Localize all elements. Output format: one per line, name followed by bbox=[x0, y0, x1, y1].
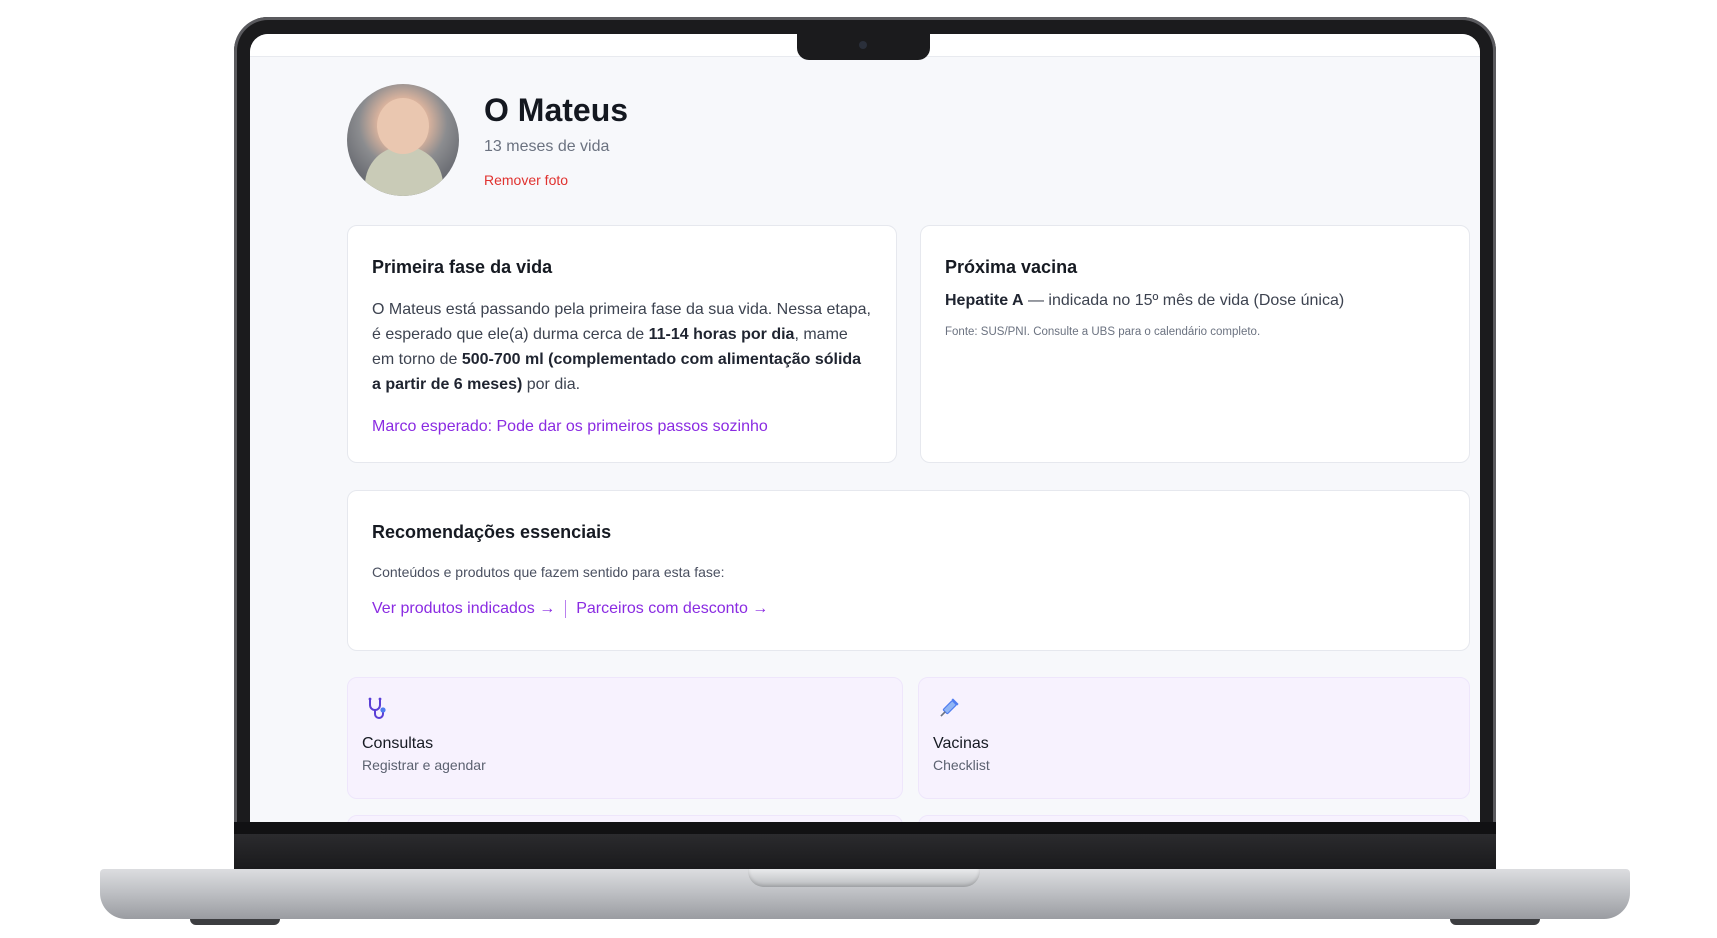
stethoscope-icon bbox=[368, 697, 386, 719]
next-tile-right[interactable] bbox=[918, 815, 1470, 822]
recommendations-subtitle: Conteúdos e produtos que fazem sentido p… bbox=[372, 564, 725, 580]
camera-icon bbox=[859, 41, 867, 49]
syringe-icon bbox=[940, 698, 959, 717]
laptop-foot-right bbox=[1450, 919, 1540, 925]
products-link[interactable]: Ver produtos indicados → bbox=[372, 600, 555, 618]
child-age: 13 meses de vida bbox=[484, 138, 610, 155]
avatar[interactable] bbox=[347, 84, 459, 196]
next-vaccine-card: Próxima vacina Hepatite A — indicada no … bbox=[920, 225, 1470, 463]
milestone-link[interactable]: Marco esperado: Pode dar os primeiros pa… bbox=[372, 418, 768, 436]
laptop-base bbox=[100, 869, 1630, 919]
link-divider bbox=[565, 600, 567, 618]
vacinas-subtitle: Checklist bbox=[933, 757, 990, 773]
vaccine-info: Hepatite A — indicada no 15º mês de vida… bbox=[945, 292, 1345, 309]
laptop-hinge bbox=[234, 834, 1496, 869]
consultas-title: Consultas bbox=[362, 735, 434, 752]
life-phase-text: O Mateus está passando pela primeira fas… bbox=[372, 301, 871, 393]
life-phase-card: Primeira fase da vida O Mateus está pass… bbox=[347, 225, 897, 463]
sleep-hours: 11-14 horas por dia bbox=[648, 326, 795, 343]
consultas-tile[interactable]: Consultas Registrar e agendar bbox=[347, 677, 903, 799]
child-name: O Mateus bbox=[484, 92, 629, 128]
next-tile-left[interactable] bbox=[347, 815, 903, 822]
vaccine-source: Fonte: SUS/PNI. Consulte a UBS para o ca… bbox=[945, 326, 1261, 338]
recommendations-links: Ver produtos indicados → Parceiros com d… bbox=[372, 600, 768, 618]
camera-notch bbox=[797, 34, 930, 60]
remove-photo-link[interactable]: Remover foto bbox=[484, 172, 568, 188]
vacinas-tile[interactable]: Vacinas Checklist bbox=[918, 677, 1470, 799]
next-vaccine-title: Próxima vacina bbox=[945, 257, 1078, 277]
recommendations-title: Recomendações essenciais bbox=[372, 522, 612, 542]
partners-link[interactable]: Parceiros com desconto → bbox=[576, 600, 768, 618]
laptop-chin bbox=[234, 822, 1496, 869]
consultas-subtitle: Registrar e agendar bbox=[362, 757, 486, 773]
vacinas-title: Vacinas bbox=[933, 735, 989, 752]
avatar-face bbox=[377, 98, 429, 154]
recommendations-card: Recomendações essenciais Conteúdos e pro… bbox=[347, 490, 1470, 651]
vaccine-name: Hepatite A bbox=[945, 292, 1024, 309]
screen: O Mateus 13 meses de vida Remover foto P… bbox=[250, 34, 1480, 822]
laptop-opening-lip bbox=[748, 869, 980, 887]
life-phase-title: Primeira fase da vida bbox=[372, 257, 553, 277]
laptop-foot-left bbox=[190, 919, 280, 925]
